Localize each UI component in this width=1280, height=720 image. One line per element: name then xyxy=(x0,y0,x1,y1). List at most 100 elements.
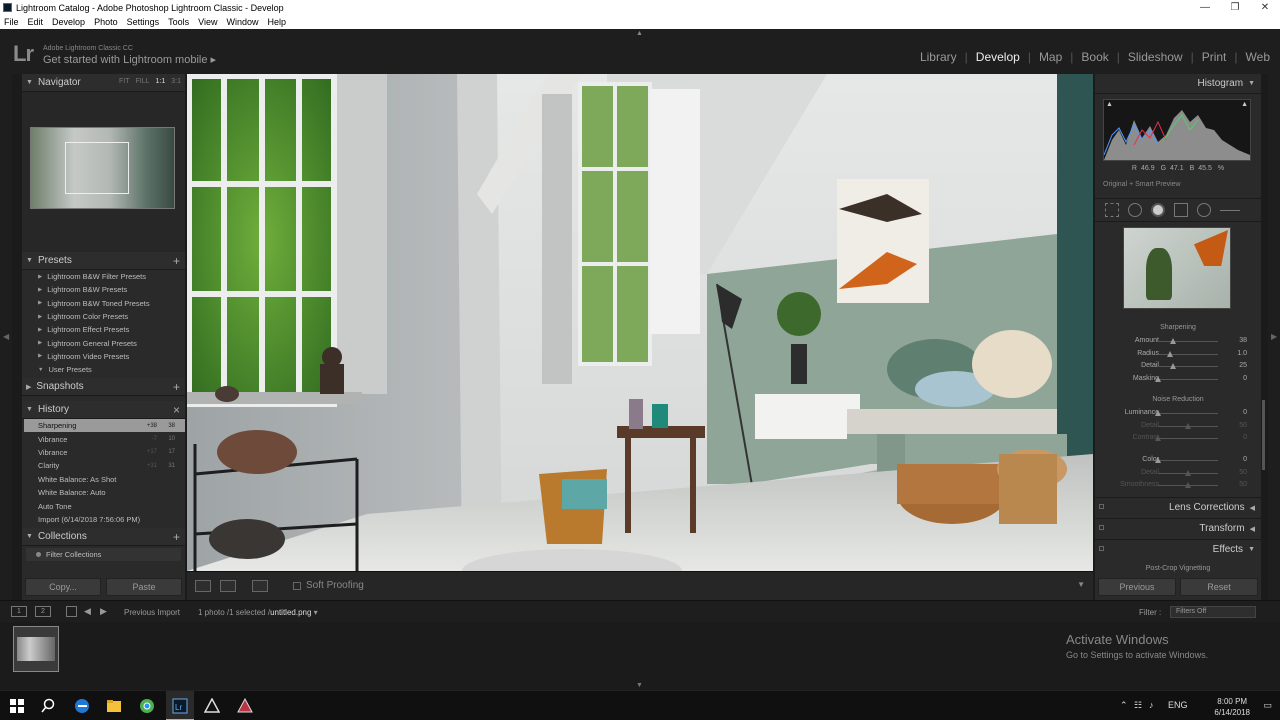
panel-switch-icon[interactable] xyxy=(1099,525,1104,530)
slider-value[interactable]: 50 xyxy=(1239,422,1247,429)
module-slideshow[interactable]: Slideshow xyxy=(1128,50,1183,64)
windows-start-icon[interactable] xyxy=(9,698,25,714)
slider-row[interactable]: Contrast 0 xyxy=(1095,433,1261,445)
history-item[interactable]: White Balance: As Shot xyxy=(22,473,185,486)
right-panel-scrollbar[interactable] xyxy=(1262,400,1265,470)
preset-folder[interactable]: ▶ Lightroom B&W Presets xyxy=(22,283,185,296)
toolbar-menu-chevron-down-icon[interactable]: ▼ xyxy=(1077,580,1085,589)
notifications-icon[interactable]: ▭ xyxy=(1263,700,1272,711)
slider-thumb[interactable] xyxy=(1185,469,1191,476)
slider-track[interactable] xyxy=(1158,413,1218,414)
slider-thumb[interactable] xyxy=(1170,363,1176,369)
panel-switch-icon[interactable] xyxy=(1099,504,1104,509)
slider-row[interactable]: Masking 0 xyxy=(1095,374,1261,386)
menu-photo[interactable]: Photo xyxy=(94,17,118,27)
clipping-highlights-icon[interactable]: ▲ xyxy=(1241,101,1248,108)
primary-display-button[interactable]: 1 xyxy=(11,606,27,617)
before-after-top-bottom-button[interactable] xyxy=(252,580,268,592)
slider-thumb[interactable] xyxy=(1155,435,1161,441)
smart-preview-status[interactable]: Original + Smart Preview xyxy=(1103,181,1181,188)
slider-value[interactable]: 0 xyxy=(1243,434,1247,441)
slider-value[interactable]: 50 xyxy=(1239,481,1247,488)
spot-removal-tool-icon[interactable] xyxy=(1128,203,1142,217)
next-arrow-icon[interactable]: ▶ xyxy=(100,606,107,617)
network-icon[interactable]: ☷ xyxy=(1134,700,1142,711)
detail-preview[interactable] xyxy=(1123,227,1231,309)
grid-view-icon[interactable] xyxy=(66,606,77,617)
chrome-icon[interactable] xyxy=(139,698,155,714)
zoom-1-1[interactable]: 1:1 xyxy=(156,78,166,85)
slider-value[interactable]: 0 xyxy=(1243,456,1247,463)
slider-thumb[interactable] xyxy=(1170,338,1176,344)
left-panel-edge[interactable]: ◀ xyxy=(0,74,12,600)
clipping-shadows-icon[interactable]: ▲ xyxy=(1106,101,1113,108)
add-collection-icon[interactable]: + xyxy=(173,530,180,544)
effects-header[interactable]: Effects ▼ xyxy=(1095,539,1261,559)
slider-row[interactable]: Amount 38 xyxy=(1095,336,1261,348)
module-map[interactable]: Map xyxy=(1039,50,1062,64)
slider-row[interactable]: Smoothness 50 xyxy=(1095,480,1261,492)
lens-corrections-header[interactable]: Lens Corrections ◀ xyxy=(1095,497,1261,517)
adjustment-brush-icon[interactable] xyxy=(1220,209,1240,211)
slider-track[interactable] xyxy=(1158,341,1218,342)
preset-folder[interactable]: ▶ Lightroom Color Presets xyxy=(22,310,185,323)
slider-row[interactable]: Radius 1.0 xyxy=(1095,349,1261,361)
module-web[interactable]: Web xyxy=(1246,50,1270,64)
collapse-top-icon[interactable]: ▲ xyxy=(636,30,643,37)
presets-header[interactable]: ▼ Presets + xyxy=(22,252,185,270)
slider-value[interactable]: 38 xyxy=(1239,337,1247,344)
photo-view[interactable] xyxy=(187,74,1093,571)
clear-history-icon[interactable]: × xyxy=(173,403,180,417)
transform-header[interactable]: Transform ◀ xyxy=(1095,518,1261,538)
minimize-button[interactable]: — xyxy=(1190,0,1220,15)
history-item[interactable]: Sharpening +38 38 xyxy=(24,419,185,433)
preset-folder[interactable]: ▶ Lightroom General Presets xyxy=(22,336,185,349)
module-library[interactable]: Library xyxy=(920,50,957,64)
filmstrip-source[interactable]: Previous Import xyxy=(124,608,180,617)
slider-value[interactable]: 0 xyxy=(1243,375,1247,382)
menu-view[interactable]: View xyxy=(198,17,217,27)
slider-track[interactable] xyxy=(1158,366,1218,367)
maximize-button[interactable]: ❐ xyxy=(1220,0,1250,15)
slider-row[interactable]: Detail 50 xyxy=(1095,421,1261,433)
radial-filter-icon[interactable] xyxy=(1197,203,1211,217)
volume-icon[interactable]: ♪ xyxy=(1149,700,1154,710)
slider-thumb[interactable] xyxy=(1185,482,1191,488)
paste-button[interactable]: Paste xyxy=(106,578,182,596)
edge-browser-icon[interactable] xyxy=(74,698,90,714)
history-item[interactable]: Vibrance +17 17 xyxy=(22,446,185,459)
slider-row[interactable]: Luminance 0 xyxy=(1095,408,1261,420)
lightroom-mobile-link[interactable]: Get started with Lightroom mobile ▸ xyxy=(43,53,216,66)
module-develop[interactable]: Develop xyxy=(976,50,1020,64)
previous-button[interactable]: Previous xyxy=(1098,578,1176,596)
slider-value[interactable]: 50 xyxy=(1239,469,1247,476)
filter-select[interactable]: Filters Off xyxy=(1170,606,1256,618)
add-preset-icon[interactable]: + xyxy=(173,254,180,268)
preset-folder[interactable]: ▶ Lightroom B&W Filter Presets xyxy=(22,270,185,283)
preset-folder[interactable]: ▶ Lightroom Effect Presets xyxy=(22,323,185,336)
crop-tool-icon[interactable] xyxy=(1105,203,1119,217)
preset-folder[interactable]: ▶ Lightroom Video Presets xyxy=(22,350,185,363)
slider-row[interactable]: Color 0 xyxy=(1095,455,1261,467)
panel-switch-icon[interactable] xyxy=(1099,546,1104,551)
slider-thumb[interactable] xyxy=(1155,457,1161,463)
file-explorer-icon[interactable] xyxy=(106,698,122,714)
filter-collections-input[interactable]: Filter Collections xyxy=(26,548,181,561)
soft-proofing-checkbox[interactable] xyxy=(293,582,301,590)
red-eye-tool-icon[interactable] xyxy=(1151,203,1165,217)
lightroom-task-button[interactable]: Lr xyxy=(166,691,194,720)
menu-help[interactable]: Help xyxy=(268,17,287,27)
menu-edit[interactable]: Edit xyxy=(28,17,44,27)
filmstrip-thumbnail[interactable] xyxy=(13,626,59,672)
preset-folder[interactable]: ▶ Lightroom B&W Toned Presets xyxy=(22,297,185,310)
before-after-left-right-button[interactable] xyxy=(220,580,236,592)
slider-row[interactable]: Detail 50 xyxy=(1095,468,1261,480)
show-hidden-icons-chevron-icon[interactable]: ⌃ xyxy=(1120,700,1128,711)
histogram[interactable]: ▲ ▲ xyxy=(1103,99,1251,161)
zoom-3-1[interactable]: 3:1 xyxy=(171,78,181,85)
slider-track[interactable] xyxy=(1158,378,1218,380)
close-button[interactable]: ✕ xyxy=(1250,0,1280,15)
language-indicator[interactable]: ENG xyxy=(1168,700,1188,710)
histogram-header[interactable]: Histogram ▼ xyxy=(1095,74,1261,94)
menu-window[interactable]: Window xyxy=(227,17,259,27)
